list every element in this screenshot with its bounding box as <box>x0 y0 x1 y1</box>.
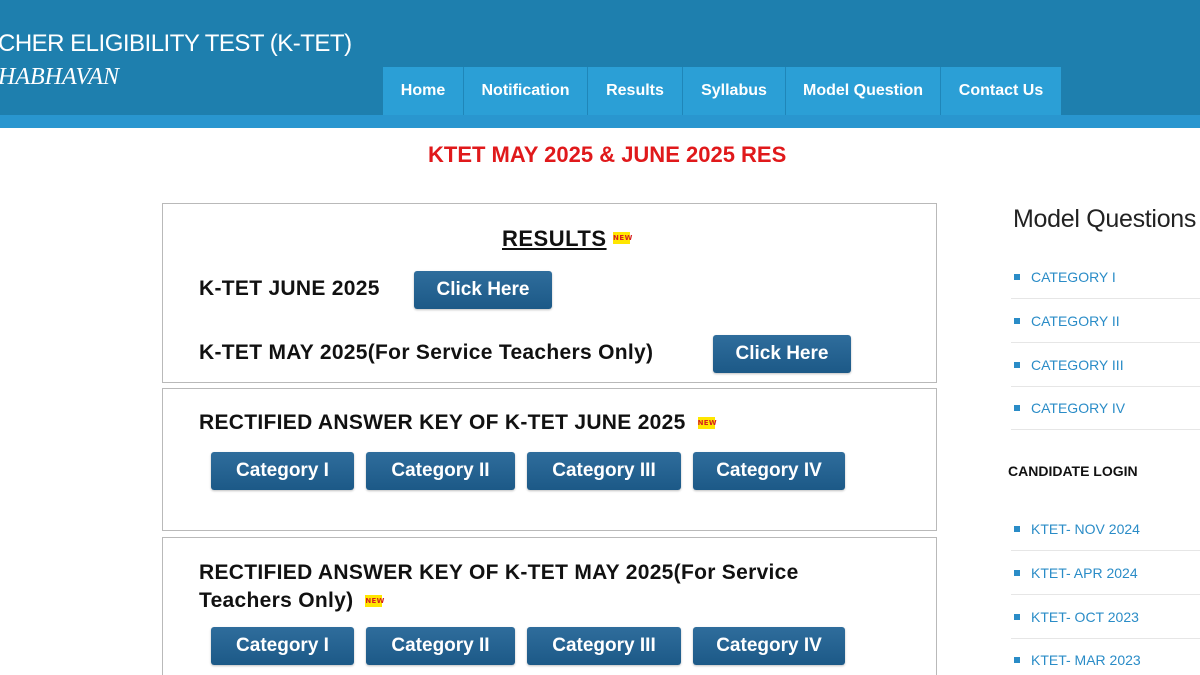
sidebar-item-label: KTET- MAR 2023 <box>1031 651 1141 668</box>
june-category-iv-button[interactable]: Category IV <box>693 452 845 490</box>
main-nav: Home Notification Results Syllabus Model… <box>383 67 1061 115</box>
sidebar-item-label: CATEGORY I <box>1031 268 1116 285</box>
candidate-login-heading: CANDIDATE LOGIN <box>1008 463 1138 479</box>
nav-model-question[interactable]: Model Question <box>786 67 941 115</box>
may-category-ii-button[interactable]: Category II <box>366 627 515 665</box>
new-icon: NEW <box>613 232 633 244</box>
nav-home[interactable]: Home <box>383 67 464 115</box>
site-subtitle: HABHAVAN <box>0 64 119 90</box>
nav-contact-us[interactable]: Contact Us <box>941 67 1061 115</box>
square-bullet-icon <box>1014 525 1020 532</box>
sidebar-item-label: KTET- NOV 2024 <box>1031 520 1140 537</box>
sidebar-item-label: CATEGORY IV <box>1031 399 1126 416</box>
results-title: RESULTS NEW <box>502 226 632 252</box>
square-bullet-icon <box>1014 317 1020 324</box>
sidebar-item-label: KTET- APR 2024 <box>1031 564 1138 581</box>
new-icon: NEW <box>365 595 385 608</box>
answer-key-june-box: RECTIFIED ANSWER KEY OF K-TET JUNE 2025 N… <box>162 388 937 531</box>
model-questions-heading: Model Questions <box>1013 205 1197 233</box>
results-title-text: RESULTS <box>502 226 607 251</box>
answer-key-may-title: RECTIFIED ANSWER KEY OF K-TET MAY 2025(F… <box>199 559 879 615</box>
square-bullet-icon <box>1014 656 1020 663</box>
new-icon: NEW <box>697 417 717 430</box>
june-category-iii-button[interactable]: Category III <box>527 452 681 490</box>
sidebar-item-ktet-apr-2024[interactable]: KTET- APR 2024 <box>1011 551 1200 595</box>
may-category-i-button[interactable]: Category I <box>211 627 354 665</box>
sidebar-item-category-iii[interactable]: CATEGORY III <box>1011 343 1200 387</box>
nav-notification[interactable]: Notification <box>464 67 588 115</box>
header-strip <box>0 115 1200 128</box>
sidebar-item-label: CATEGORY III <box>1031 356 1124 373</box>
result-label-june: K-TET JUNE 2025 <box>199 277 380 300</box>
sidebar-item-category-ii[interactable]: CATEGORY II <box>1011 299 1200 343</box>
june-category-i-button[interactable]: Category I <box>211 452 354 490</box>
nav-syllabus[interactable]: Syllabus <box>683 67 786 115</box>
sidebar-item-label: CATEGORY II <box>1031 312 1120 329</box>
square-bullet-icon <box>1014 273 1020 280</box>
nav-results[interactable]: Results <box>588 67 683 115</box>
sidebar-item-category-i[interactable]: CATEGORY I <box>1011 255 1200 299</box>
site-title: CHER ELIGIBILITY TEST (K-TET) <box>0 30 352 57</box>
may-category-iv-button[interactable]: Category IV <box>693 627 845 665</box>
answer-key-june-title-text: RECTIFIED ANSWER KEY OF K-TET JUNE 2025 <box>199 411 686 434</box>
result-label-may: K-TET MAY 2025(For Service Teachers Only… <box>199 341 654 364</box>
june-category-ii-button[interactable]: Category II <box>366 452 515 490</box>
square-bullet-icon <box>1014 361 1020 368</box>
square-bullet-icon <box>1014 613 1020 620</box>
announcement-marquee[interactable]: KTET MAY 2025 & JUNE 2025 RES <box>428 142 786 168</box>
square-bullet-icon <box>1014 569 1020 576</box>
answer-key-june-title: RECTIFIED ANSWER KEY OF K-TET JUNE 2025 N… <box>199 409 717 437</box>
answer-key-may-title-text: RECTIFIED ANSWER KEY OF K-TET MAY 2025(F… <box>199 561 799 612</box>
square-bullet-icon <box>1014 404 1020 411</box>
sidebar-item-ktet-nov-2024[interactable]: KTET- NOV 2024 <box>1011 507 1200 551</box>
answer-key-may-box: RECTIFIED ANSWER KEY OF K-TET MAY 2025(F… <box>162 537 937 675</box>
sidebar-item-label: KTET- OCT 2023 <box>1031 608 1139 625</box>
may-category-iii-button[interactable]: Category III <box>527 627 681 665</box>
results-box: RESULTS NEW K-TET JUNE 2025 Click Here K… <box>162 203 937 383</box>
click-here-may-button[interactable]: Click Here <box>713 335 851 373</box>
sidebar-item-category-iv[interactable]: CATEGORY IV <box>1011 386 1200 430</box>
sidebar-item-ktet-mar-2023[interactable]: KTET- MAR 2023 <box>1011 638 1200 675</box>
click-here-june-button[interactable]: Click Here <box>414 271 552 309</box>
sidebar-item-ktet-oct-2023[interactable]: KTET- OCT 2023 <box>1011 595 1200 639</box>
